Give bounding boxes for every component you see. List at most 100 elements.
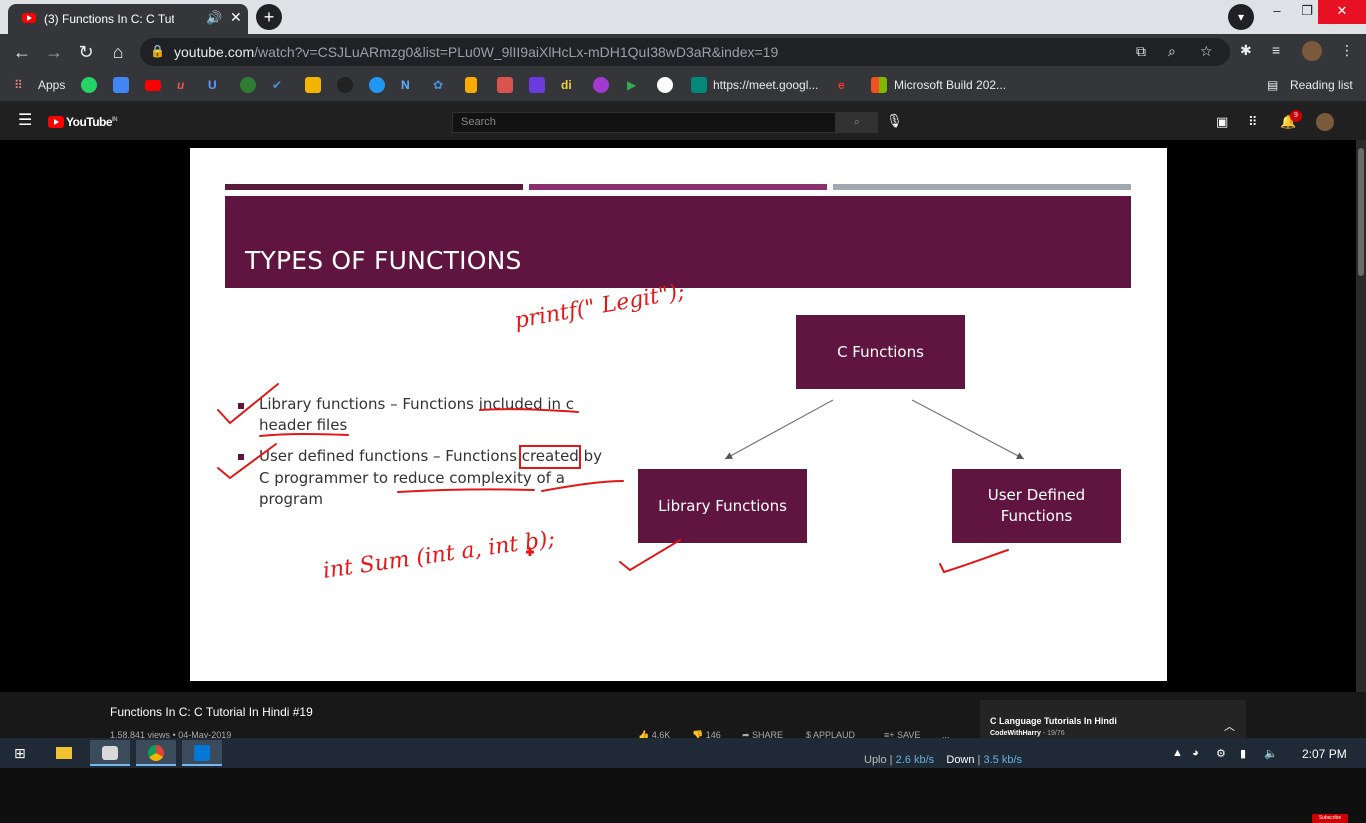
bookmark-icon-n[interactable]: N bbox=[401, 78, 410, 94]
bookmark-msbuild[interactable]: Microsoft Build 202... bbox=[894, 78, 1006, 94]
windows-taskbar: ⊞ Uplo | 2.6 kb/s Down | 3.5 kb/s ▲ ◕ ⚙ … bbox=[0, 738, 1366, 768]
video-info: Functions In C: C Tutorial In Hindi #19 … bbox=[0, 692, 1366, 740]
back-button[interactable]: ← bbox=[10, 40, 34, 64]
bookmark-icon-box[interactable] bbox=[497, 77, 513, 93]
bookmark-icon-purple-m[interactable] bbox=[593, 77, 609, 93]
bookmark-icon-m[interactable] bbox=[337, 77, 353, 93]
taskbar-app-paint[interactable] bbox=[90, 740, 130, 766]
reading-list-icon: ▤ bbox=[1267, 78, 1279, 92]
microphone-icon[interactable]: 🎙 bbox=[886, 113, 903, 129]
apps-grid-icon: ⠿ bbox=[14, 78, 23, 92]
check-mark-library-box bbox=[619, 539, 681, 572]
vscode-taskbar-icon[interactable] bbox=[182, 740, 222, 766]
bookmark-meet[interactable]: https://meet.googl... bbox=[713, 78, 818, 94]
arrow-to-library bbox=[724, 399, 834, 460]
annotation-printf: printf(" Legit"); bbox=[513, 279, 687, 334]
youtube-bookmark-icon[interactable] bbox=[145, 80, 161, 91]
volume-icon[interactable]: 🔈 bbox=[1264, 747, 1278, 760]
bookmark-apps[interactable]: Apps bbox=[38, 78, 65, 94]
slide-annotations: printf(" Legit"); int Sum (int a, int b)… bbox=[217, 279, 1025, 584]
lock-icon[interactable]: 🔒 bbox=[150, 44, 165, 58]
forward-button[interactable]: → bbox=[42, 40, 66, 64]
youtube-logo[interactable]: YouTubeIN bbox=[66, 115, 118, 129]
udemy-icon[interactable]: u bbox=[177, 78, 184, 94]
youtube-header: ☰ YouTubeIN Search ⌕ 🎙 ▣ ⠿ 🔔 9 bbox=[0, 102, 1366, 140]
close-window-button[interactable]: ✕ bbox=[1318, 0, 1366, 24]
home-button[interactable]: ⌂ bbox=[106, 40, 130, 64]
tray-app-icon[interactable]: ◕ bbox=[1192, 747, 1199, 759]
whatsapp-icon[interactable] bbox=[81, 77, 97, 93]
playlist-subtitle: CodeWithHarry - 19/76 bbox=[990, 730, 1065, 737]
annotation-int-sum: int Sum (int a, int b); bbox=[321, 527, 556, 584]
reading-list-button[interactable]: Reading list bbox=[1290, 78, 1353, 94]
address-bar[interactable]: 🔒 youtube.com/watch?v=CSJLuARmzg0&list=P… bbox=[140, 38, 1230, 66]
create-video-icon[interactable]: ▣ bbox=[1216, 114, 1228, 130]
reload-button[interactable]: ↻ bbox=[74, 40, 98, 64]
bookmark-star-icon[interactable]: ☆ bbox=[1200, 43, 1213, 60]
new-tab-button[interactable]: + bbox=[256, 4, 282, 30]
underline-header-files bbox=[259, 433, 349, 437]
microsoft-icon bbox=[871, 77, 887, 93]
bookmark-icon-e[interactable]: e bbox=[838, 78, 845, 94]
zoom-icon[interactable]: ⌕ bbox=[1168, 43, 1176, 60]
bookmark-icon-gear[interactable]: ✿ bbox=[433, 78, 443, 94]
clock[interactable]: 2:07 PM bbox=[1302, 747, 1347, 761]
browser-toolbar: ← → ↻ ⌂ 🔒 youtube.com/watch?v=CSJLuARmzg… bbox=[0, 34, 1366, 70]
ink-stroke bbox=[541, 480, 624, 492]
browser-tab[interactable]: (3) Functions In C: C Tutorial 🔊 ✕ bbox=[8, 4, 248, 34]
tray-expand-icon[interactable]: ▲ bbox=[1172, 747, 1183, 759]
close-tab-icon[interactable]: ✕ bbox=[230, 9, 242, 26]
bookmark-icon-u[interactable]: U bbox=[208, 78, 217, 94]
video-title: Functions In C: C Tutorial In Hindi #19 bbox=[110, 705, 313, 719]
scrollbar-thumb[interactable] bbox=[1358, 148, 1364, 276]
bookmarks-bar: ⠿ Apps u U ✔ N ✿ di ▶ https://meet.googl… bbox=[0, 70, 1366, 164]
bookmark-icon-2[interactable] bbox=[113, 77, 129, 93]
playlist-title: C Language Tutorials In Hindi bbox=[990, 716, 1117, 726]
open-in-app-icon[interactable]: ⧉ bbox=[1136, 43, 1146, 60]
bookmark-icon-bolt[interactable] bbox=[529, 77, 545, 93]
youtube-favicon-icon bbox=[22, 13, 36, 23]
tray-app-icon-2[interactable]: ⚙ bbox=[1216, 747, 1226, 760]
bookmark-icon-doc[interactable] bbox=[465, 77, 477, 93]
windows-start-icon[interactable]: ⊞ bbox=[14, 746, 28, 760]
search-button[interactable]: ⌕ bbox=[836, 112, 878, 133]
chevron-up-icon[interactable]: ︿ bbox=[1224, 718, 1235, 734]
bookmark-icon-green[interactable] bbox=[240, 77, 256, 93]
wifi-signal-icon[interactable]: ▮ bbox=[1240, 747, 1246, 760]
playlist-panel[interactable]: C Language Tutorials In Hindi CodeWithHa… bbox=[980, 700, 1246, 738]
subscribe-watermark[interactable]: Subscribe bbox=[1312, 814, 1348, 823]
extensions-icon[interactable]: ✱ bbox=[1240, 42, 1252, 59]
check-mark-user-box bbox=[939, 549, 1009, 574]
file-explorer-icon[interactable] bbox=[44, 740, 84, 766]
tab-title: (3) Functions In C: C Tutorial bbox=[44, 12, 174, 26]
profile-avatar[interactable] bbox=[1302, 41, 1322, 61]
chrome-taskbar-icon[interactable] bbox=[136, 740, 176, 766]
tab-search-icon[interactable]: ▾ bbox=[1228, 4, 1254, 30]
check-mark-user-defined bbox=[217, 443, 277, 480]
media-control-icon[interactable]: ≡ bbox=[1272, 42, 1280, 58]
slide: TYPES OF FUNCTIONS Library functions – F… bbox=[190, 148, 1167, 681]
underline-reduce-complexity bbox=[397, 488, 535, 493]
search-input[interactable]: Search bbox=[452, 112, 836, 133]
speaker-icon[interactable]: 🔊 bbox=[206, 10, 222, 26]
bookmark-icon-play[interactable]: ▶ bbox=[627, 78, 636, 94]
url-path: /watch?v=CSJLuARmzg0&list=PLu0W_9lII9aiX… bbox=[254, 44, 779, 60]
bookmark-icon-c[interactable] bbox=[369, 77, 385, 93]
apps-icon[interactable]: ⠿ bbox=[1248, 114, 1258, 130]
video-player[interactable]: TYPES OF FUNCTIONS Library functions – F… bbox=[0, 140, 1366, 823]
bookmark-icon-check[interactable]: ✔ bbox=[272, 78, 282, 94]
network-speed: Uplo | 2.6 kb/s Down | 3.5 kb/s bbox=[864, 754, 1023, 766]
box-created bbox=[519, 445, 581, 469]
arrow-to-user-defined bbox=[911, 399, 1025, 460]
hamburger-menu-icon[interactable]: ☰ bbox=[18, 113, 32, 129]
avatar[interactable] bbox=[1316, 113, 1334, 131]
google-icon[interactable] bbox=[657, 77, 673, 93]
chrome-menu-icon[interactable]: ⋮ bbox=[1340, 42, 1354, 59]
youtube-logo-icon[interactable] bbox=[48, 116, 64, 128]
url-host: youtube.com bbox=[174, 44, 255, 60]
bookmark-icon-image[interactable] bbox=[305, 77, 321, 93]
notification-badge: 9 bbox=[1290, 110, 1302, 122]
underline-included bbox=[479, 408, 579, 413]
meet-icon bbox=[691, 77, 707, 93]
bookmark-icon-di[interactable]: di bbox=[561, 78, 572, 94]
